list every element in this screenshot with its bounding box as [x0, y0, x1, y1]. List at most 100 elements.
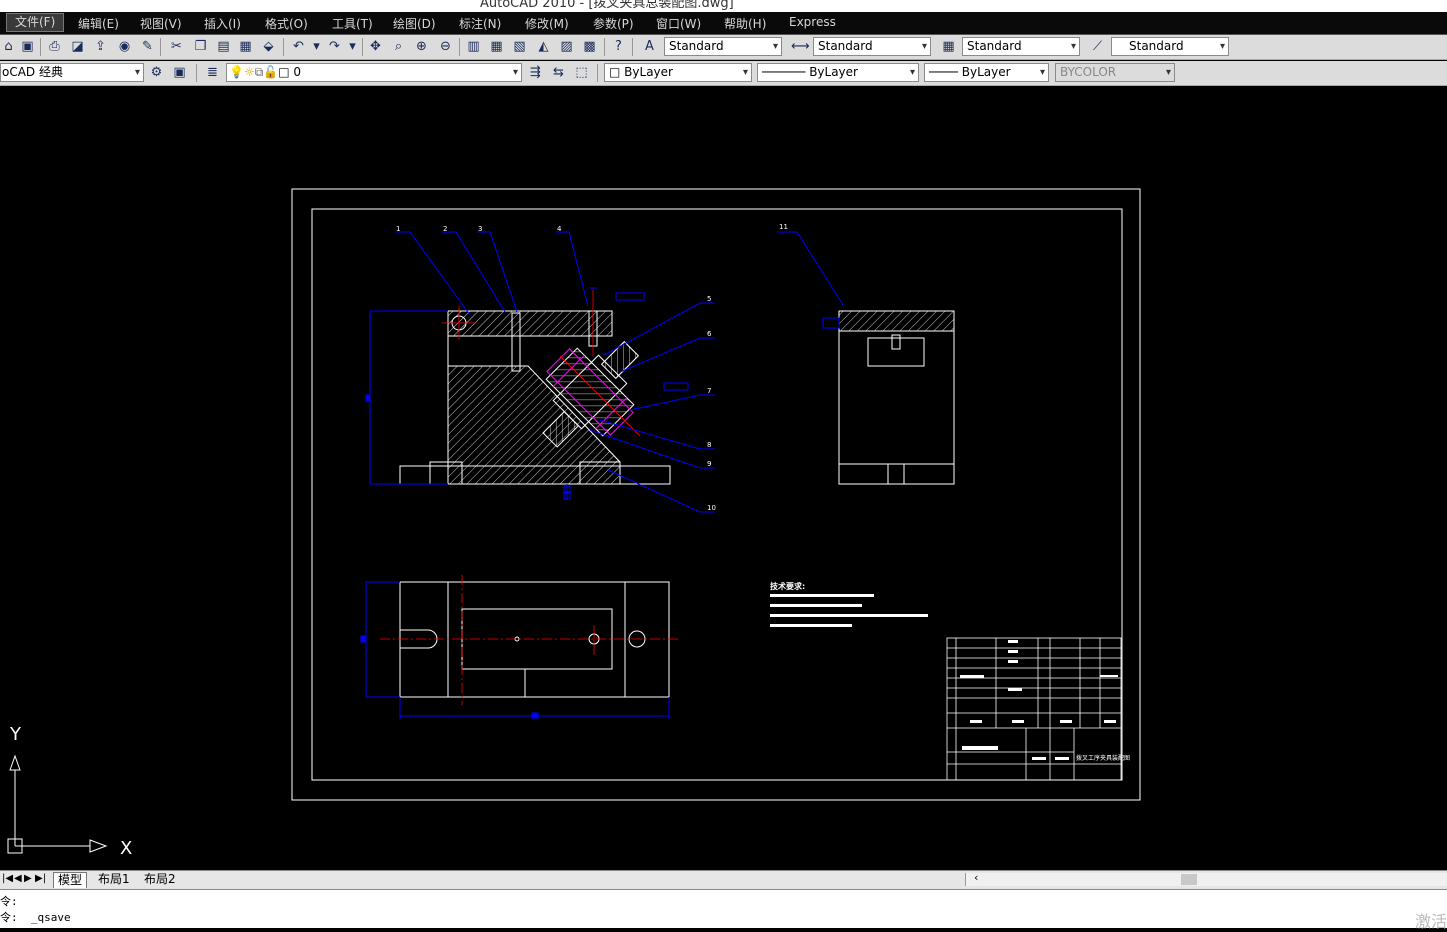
open-icon[interactable]: ⌂	[0, 38, 17, 55]
chevron-down-icon: ▾	[742, 67, 748, 78]
text-style-icon[interactable]: A	[641, 38, 658, 55]
cut-icon[interactable]: ✂	[168, 38, 185, 55]
zoom-window-icon[interactable]: ⊕	[413, 38, 430, 55]
menu-tools[interactable]: 工具(T)	[332, 15, 373, 32]
redo-dropdown-icon[interactable]: ▾	[344, 38, 361, 55]
tab-layout1[interactable]: 布局1	[94, 872, 134, 887]
balloon-9: 9	[707, 460, 711, 468]
menu-view[interactable]: 视图(V)	[140, 15, 182, 32]
menu-bar: 文件(F) 编辑(E) 视图(V) 插入(I) 格式(O) 工具(T) 绘图(D…	[0, 12, 1447, 35]
plot-preview-icon[interactable]: ◪	[69, 38, 86, 55]
zoom-previous-icon[interactable]: ⊖	[437, 38, 454, 55]
3d-dwf-icon[interactable]: ◉	[116, 38, 133, 55]
workspace-menu-icon[interactable]: ▣	[171, 64, 188, 81]
layer-freeze-icon: ☼	[243, 65, 255, 79]
layer-previous-icon[interactable]: ⇆	[550, 64, 567, 81]
chevron-down-icon: ▾	[512, 67, 518, 78]
pan-icon[interactable]: ✥	[367, 38, 384, 55]
balloon-5: 5	[707, 295, 711, 303]
plotstyle-select: BYCOLOR ▾	[1055, 63, 1175, 82]
menu-draw[interactable]: 绘图(D)	[393, 15, 436, 32]
balloon-7: 7	[707, 387, 711, 395]
color-swatch-icon: □	[609, 65, 621, 79]
table-style-icon[interactable]: ▦	[940, 38, 957, 55]
tab-last-icon[interactable]: ▶|	[35, 873, 46, 884]
tab-prev-icon[interactable]: ◀	[14, 873, 22, 884]
block-editor-icon[interactable]: ⬙	[260, 38, 277, 55]
menu-parametric[interactable]: 参数(P)	[593, 15, 634, 32]
tab-first-icon[interactable]: |◀	[2, 873, 13, 884]
standard-toolbar: ⌂ ▣ ⎙ ◪ ⇪ ◉ ✎ ✂ ❐ ▤ ▦ ⬙ ↶ ▾ ↷ ▾ ✥ ⌕ ⊕ ⊖ …	[0, 35, 1447, 60]
chevron-down-icon: ▾	[1070, 41, 1076, 52]
lineweight-sample-icon: ────	[929, 65, 958, 79]
plot-icon[interactable]: ⎙	[46, 38, 63, 55]
tech-requirements: 技术要求:	[770, 581, 928, 627]
tab-model[interactable]: 模型	[53, 872, 88, 888]
chevron-down-icon: ▾	[1219, 41, 1225, 52]
linetype-select[interactable]: ────── ByLayer ▾	[757, 63, 919, 82]
menu-window[interactable]: 窗口(W)	[656, 15, 701, 32]
menu-format[interactable]: 格式(O)	[265, 15, 308, 32]
layer-color-swatch-icon: □	[278, 65, 290, 79]
make-current-layer-icon[interactable]: ⇶	[527, 64, 544, 81]
dim-style-icon[interactable]: ⟷	[791, 38, 810, 55]
ucs-x-label: X	[120, 838, 132, 859]
calculator-icon[interactable]: ▩	[581, 38, 598, 55]
mleader-style-select[interactable]: Standard ▾	[1111, 37, 1229, 56]
balloon-6: 6	[707, 330, 712, 338]
menu-insert[interactable]: 插入(I)	[204, 15, 241, 32]
help-icon[interactable]: ?	[610, 38, 627, 55]
sheet-inner-border	[311, 208, 1123, 781]
drawing-canvas[interactable]: 1 2 3 4 5 6 7 8 9 10 11 技术要求: 拨叉工序夹具装配图 …	[0, 90, 1447, 870]
horizontal-scrollbar[interactable]: ‹	[965, 871, 1447, 886]
etransmit-icon[interactable]: ✎	[139, 38, 156, 55]
publish-icon[interactable]: ⇪	[92, 38, 109, 55]
color-select[interactable]: □ ByLayer ▾	[604, 63, 752, 82]
drawing-svg[interactable]: 1 2 3 4 5 6 7 8 9 10 11 技术要求: 拨叉工序夹具装配图 …	[0, 90, 1447, 870]
layer-manager-icon[interactable]: ≣	[204, 64, 221, 81]
linetype-sample-icon: ──────	[762, 65, 806, 79]
tech-req-title: 技术要求:	[770, 581, 805, 591]
workspace-select[interactable]: oCAD 经典 ▾	[0, 63, 144, 82]
activation-watermark: 激活	[1414, 912, 1447, 931]
match-properties-icon[interactable]: ▦	[237, 38, 254, 55]
layer-select[interactable]: 💡☼⧉🔓□ 0 ▾	[226, 63, 522, 82]
save-icon[interactable]: ▣	[19, 38, 36, 55]
side-view	[822, 310, 955, 485]
mleader-style-icon[interactable]: ⟋	[1089, 38, 1106, 55]
menu-modify[interactable]: 修改(M)	[525, 15, 569, 32]
sheet-outer-border	[291, 188, 1141, 801]
balloon-8: 8	[707, 441, 711, 449]
menu-help[interactable]: 帮助(H)	[724, 15, 766, 32]
chevron-down-icon: ▾	[1165, 67, 1171, 78]
balloon-11: 11	[779, 223, 788, 231]
lineweight-select[interactable]: ──── ByLayer ▾	[924, 63, 1049, 82]
layer-on-icon: 💡	[229, 65, 244, 79]
menu-edit[interactable]: 编辑(E)	[78, 15, 119, 32]
balloon-10: 10	[707, 504, 716, 512]
sheet-set-icon[interactable]: ◭	[535, 38, 552, 55]
copy-icon[interactable]: ❐	[192, 38, 209, 55]
menu-dimension[interactable]: 标注(N)	[459, 15, 501, 32]
workspace-settings-icon[interactable]: ⚙	[148, 64, 165, 81]
layer-states-icon[interactable]: ⬚	[573, 64, 590, 81]
tab-next-icon[interactable]: ▶	[24, 873, 32, 884]
menu-file[interactable]: 文件(F)	[6, 13, 65, 32]
scroll-thumb[interactable]	[1181, 874, 1197, 885]
dim-style-select[interactable]: Standard ▾	[813, 37, 931, 56]
text-style-select[interactable]: Standard ▾	[664, 37, 782, 56]
menu-express[interactable]: Express	[789, 15, 836, 29]
table-style-select[interactable]: Standard ▾	[962, 37, 1080, 56]
markup-icon[interactable]: ▨	[558, 38, 575, 55]
zoom-realtime-icon[interactable]: ⌕	[390, 38, 407, 55]
command-line[interactable]: 令: 令: _qsave 激活	[0, 889, 1447, 931]
design-center-icon[interactable]: ▦	[488, 38, 505, 55]
tool-palettes-icon[interactable]: ▧	[511, 38, 528, 55]
properties-icon[interactable]: ▥	[465, 38, 482, 55]
scroll-left-icon[interactable]: ‹	[974, 871, 978, 884]
undo-dropdown-icon[interactable]: ▾	[308, 38, 325, 55]
tab-layout2[interactable]: 布局2	[140, 872, 180, 887]
undo-icon[interactable]: ↶	[290, 38, 307, 55]
redo-icon[interactable]: ↷	[326, 38, 343, 55]
paste-icon[interactable]: ▤	[215, 38, 232, 55]
